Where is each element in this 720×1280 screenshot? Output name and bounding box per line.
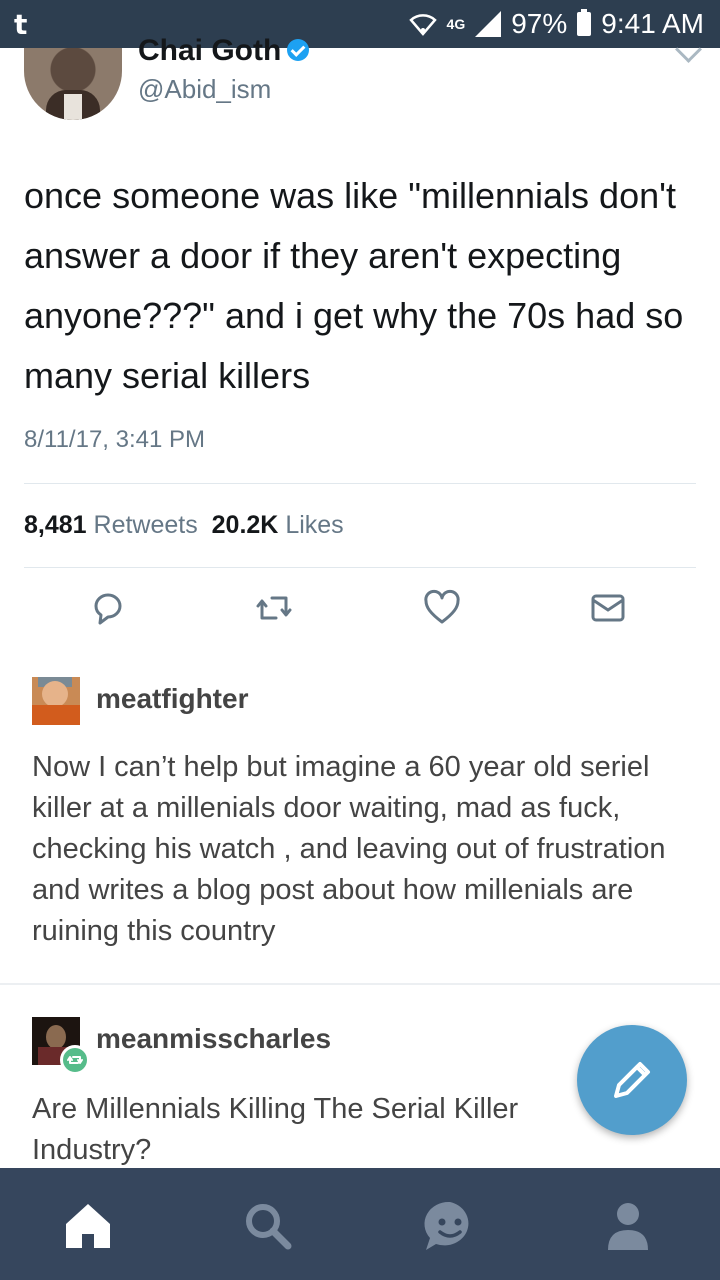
tweet-date: 8/11/17, 3:41 PM: [24, 426, 206, 453]
search-icon[interactable]: [236, 1194, 300, 1258]
messages-icon[interactable]: [418, 1194, 482, 1258]
retweets-count: 8,481: [24, 511, 87, 539]
likes-count: 20.2K: [211, 511, 279, 539]
tumblr-notification-icon: t: [14, 8, 28, 41]
username-link[interactable]: meanmisscharles: [96, 1023, 331, 1055]
comment-body: Are Millennials Killing The Serial Kille…: [32, 1093, 519, 1166]
battery-percent: 97%: [511, 8, 568, 39]
reblog-comment: meatfighter Now I can’t help but imagine…: [0, 645, 720, 983]
tweet-handle: @Abid_ism: [138, 74, 272, 104]
signal-icon: [475, 11, 502, 37]
likes-label: Likes: [285, 511, 344, 539]
user-avatar[interactable]: [32, 677, 80, 725]
home-icon[interactable]: [56, 1194, 120, 1258]
status-indicators: 4G 97% 9:41 AM: [408, 8, 704, 40]
tweet-actions: [0, 588, 720, 638]
retweet-icon: [256, 596, 292, 620]
display-name-text: Chai Goth: [138, 34, 282, 67]
tweet-avatar: [24, 48, 122, 120]
bottom-nav: [0, 1168, 720, 1280]
account-icon[interactable]: [596, 1194, 660, 1258]
divider: [24, 567, 696, 568]
tweet-text: once someone was like "millennials don't…: [24, 175, 684, 396]
wifi-icon: [408, 14, 437, 36]
tweet-display-name: Chai Goth: [138, 34, 310, 68]
comment-body: Now I can’t help but imagine a 60 year o…: [32, 751, 666, 947]
reblog-badge-icon: [60, 1045, 90, 1075]
status-bar: t 4G 97% 9:41 AM: [0, 0, 720, 48]
battery-icon: [577, 9, 592, 36]
username-link[interactable]: meatfighter: [96, 683, 248, 715]
divider: [24, 483, 696, 484]
retweets-label: Retweets: [93, 511, 198, 539]
pencil-icon: [614, 1062, 650, 1098]
tweet-stats: 8,481 Retweets 20.2K Likes: [24, 511, 344, 540]
verified-icon: [287, 39, 310, 62]
compose-button[interactable]: [577, 1025, 687, 1135]
tweet-card: Chai Goth @Abid_ism once someone was lik…: [0, 34, 720, 643]
like-icon: [424, 589, 460, 624]
reply-icon: [94, 593, 122, 625]
network-type: 4G: [446, 16, 466, 32]
dm-icon: [591, 594, 625, 622]
